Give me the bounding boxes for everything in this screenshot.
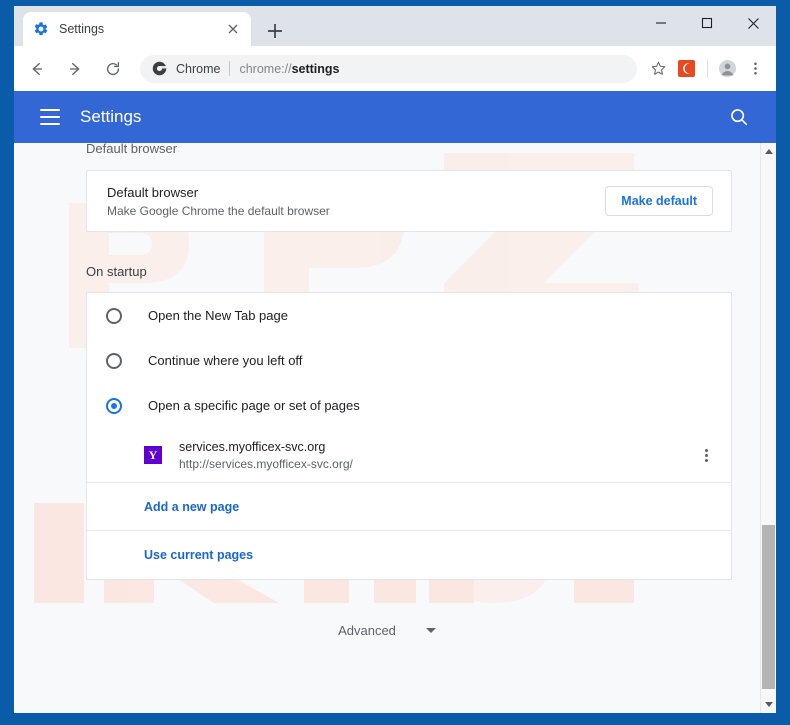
settings-content-area: Default browser Default browser Make Goo… <box>14 143 760 713</box>
maximize-button[interactable] <box>684 6 730 40</box>
forward-button[interactable] <box>60 54 90 84</box>
scrollbar-thumb[interactable] <box>762 525 775 689</box>
add-new-page-link[interactable]: Add a new page <box>87 483 731 531</box>
chevron-down-icon <box>425 628 436 633</box>
scrollbar-arrow-up[interactable] <box>761 143 776 160</box>
default-browser-texts: Default browser Make Google Chrome the d… <box>107 185 605 218</box>
section-heading-on-startup: On startup <box>86 264 147 279</box>
tab-settings[interactable]: Settings <box>23 12 251 46</box>
chrome-logo-icon <box>152 61 167 76</box>
address-bar[interactable]: Chrome chrome://settings <box>140 54 637 83</box>
advanced-expander[interactable]: Advanced <box>14 623 760 638</box>
back-button[interactable] <box>22 54 52 84</box>
three-dot-menu-icon[interactable] <box>697 446 715 464</box>
three-dot-menu-icon[interactable] <box>742 56 768 82</box>
new-tab-button[interactable] <box>263 19 287 43</box>
default-browser-card: Default browser Make Google Chrome the d… <box>86 170 732 232</box>
omnibox-chip-label: Chrome <box>176 61 221 76</box>
startup-page-url: http://services.myofficex-svc.org/ <box>179 456 353 471</box>
startup-option-label: Open the New Tab page <box>148 308 288 323</box>
tab-strip: Settings <box>14 6 776 46</box>
toolbar-divider <box>707 59 708 78</box>
tab-title: Settings <box>59 22 105 36</box>
extension-icon[interactable] <box>673 56 699 82</box>
gear-icon <box>33 21 49 37</box>
omnibox-separator <box>229 61 231 76</box>
page-title: Settings <box>80 107 142 126</box>
use-current-pages-link[interactable]: Use current pages <box>87 531 731 578</box>
browser-window-frame: Settings Chrome chrome://settings Settin… <box>0 0 790 725</box>
search-icon[interactable] <box>728 106 750 128</box>
startup-page-title: services.myofficex-svc.org <box>179 439 326 454</box>
avatar-icon[interactable] <box>714 56 740 82</box>
add-new-page-label: Add a new page <box>144 499 240 514</box>
vertical-scrollbar[interactable] <box>760 143 776 713</box>
star-icon[interactable] <box>645 56 671 82</box>
scrollbar-arrow-down[interactable] <box>761 696 776 713</box>
default-browser-row-title: Default browser <box>107 184 199 200</box>
omnibox-url: chrome://settings <box>239 62 339 76</box>
startup-option-new-tab[interactable]: Open the New Tab page <box>87 293 731 338</box>
radio-icon <box>106 307 122 324</box>
site-favicon-icon: Y <box>144 446 162 464</box>
use-current-pages-label: Use current pages <box>144 547 254 562</box>
startup-option-continue[interactable]: Continue where you left off <box>87 338 731 383</box>
startup-page-list-item: Y services.myofficex-svc.org http://serv… <box>87 428 731 483</box>
radio-icon <box>106 352 122 369</box>
radio-icon-selected <box>106 397 122 414</box>
advanced-label: Advanced <box>338 623 396 638</box>
default-browser-row-subtitle: Make Google Chrome the default browser <box>107 203 330 218</box>
make-default-button[interactable]: Make default <box>605 186 713 216</box>
startup-option-specific-pages[interactable]: Open a specific page or set of pages <box>87 383 731 428</box>
hamburger-icon[interactable] <box>40 109 60 125</box>
omnibox-url-path: settings <box>291 61 340 76</box>
extension-badge <box>677 60 695 77</box>
settings-header-bar: Settings <box>14 91 776 143</box>
reload-button[interactable] <box>98 54 128 84</box>
browser-toolbar: Chrome chrome://settings <box>14 46 776 91</box>
omnibox-url-scheme: chrome:// <box>239 61 292 76</box>
section-heading-default-browser: Default browser <box>86 143 178 156</box>
startup-page-texts: services.myofficex-svc.org http://servic… <box>179 440 697 471</box>
startup-option-label: Open a specific page or set of pages <box>148 398 360 413</box>
minimize-button[interactable] <box>638 6 684 40</box>
tab-close-icon[interactable] <box>225 21 241 37</box>
close-button[interactable] <box>730 6 776 40</box>
on-startup-card: Open the New Tab page Continue where you… <box>86 292 732 580</box>
browser-window: Settings Chrome chrome://settings Settin… <box>14 6 776 713</box>
window-controls <box>638 6 776 40</box>
startup-option-label: Continue where you left off <box>148 353 303 368</box>
